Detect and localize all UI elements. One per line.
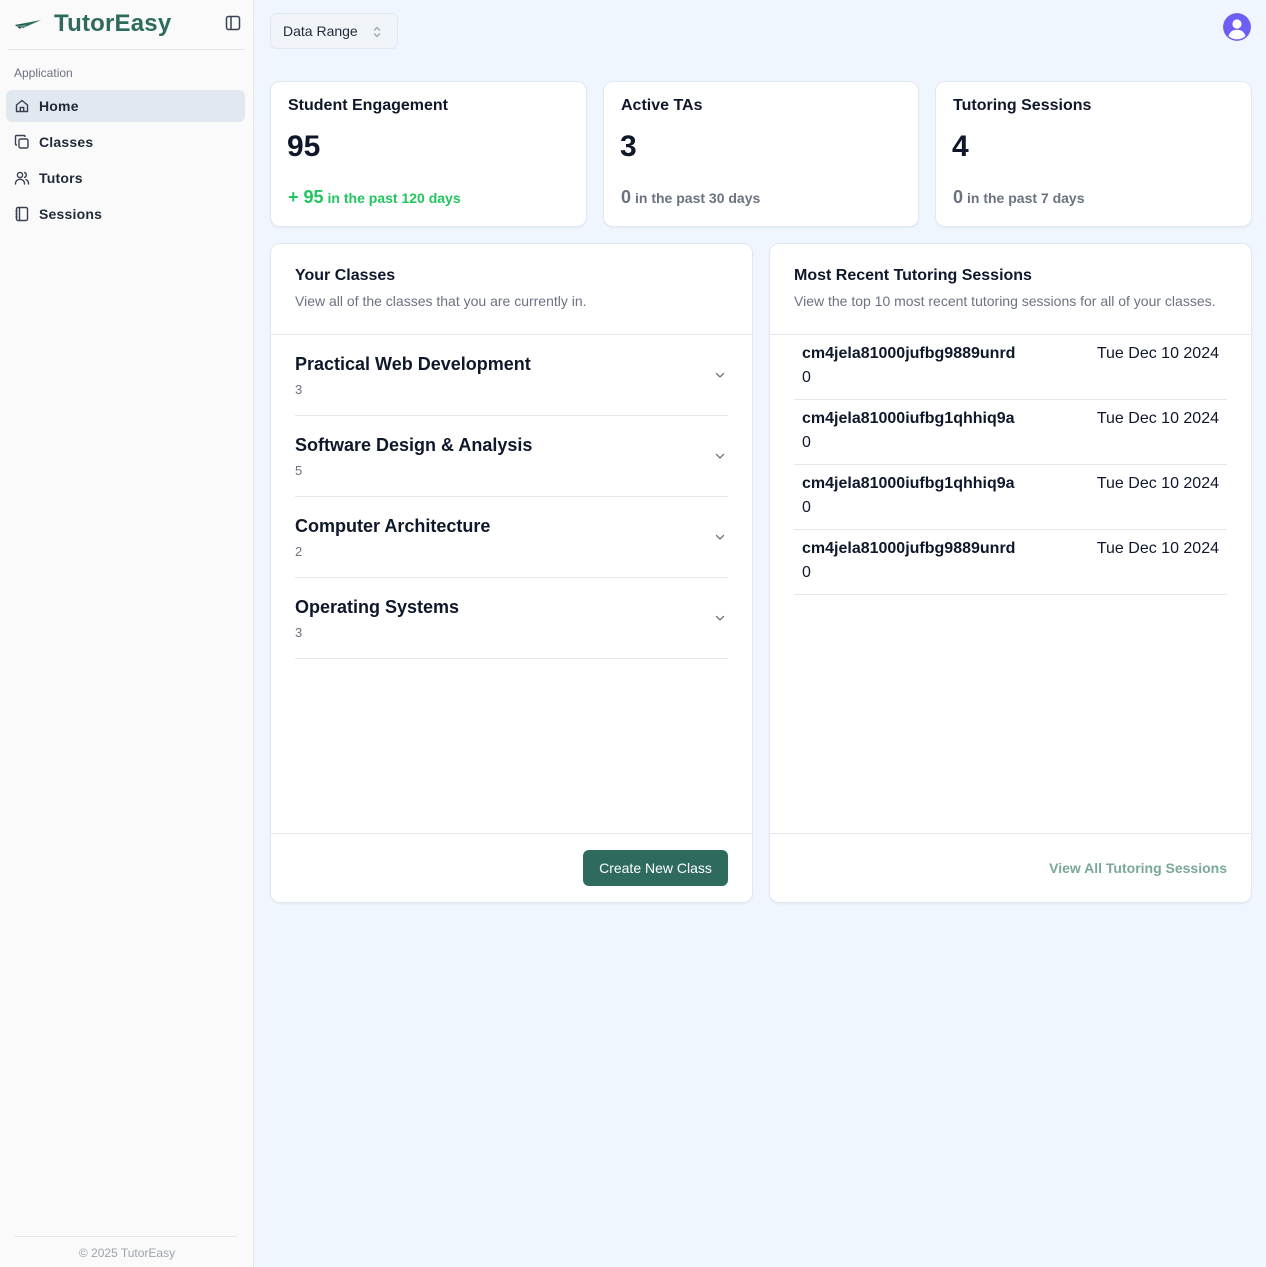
- sidebar-item-label: Classes: [39, 134, 94, 150]
- stat-delta: 0 in the past 7 days: [953, 187, 1085, 208]
- session-row[interactable]: cm4jela81000jufbg9889unrd Tue Dec 10 202…: [794, 335, 1227, 400]
- session-id: cm4jela81000jufbg9889unrd: [802, 345, 1016, 362]
- stat-delta-suffix: in the past 7 days: [967, 190, 1085, 206]
- brand-name: TutorEasy: [54, 10, 172, 37]
- session-date: Tue Dec 10 2024: [1096, 475, 1219, 492]
- session-count: 0: [802, 499, 811, 516]
- panel-description: View the top 10 most recent tutoring ses…: [794, 293, 1216, 309]
- class-name: Software Design & Analysis: [295, 435, 533, 455]
- brand[interactable]: TutorEasy: [14, 8, 171, 40]
- create-new-class-button[interactable]: Create New Class: [583, 850, 728, 886]
- data-range-label: Data Range: [283, 23, 358, 39]
- panel-footer-divider: [770, 833, 1251, 834]
- panel-title: Your Classes: [295, 267, 396, 284]
- class-accordion-item[interactable]: Practical Web Development 3: [295, 335, 728, 416]
- footer-divider: [14, 1236, 237, 1237]
- sidebar-item-label: Sessions: [39, 206, 103, 222]
- stat-delta-value: 0: [621, 187, 632, 207]
- home-icon: [15, 99, 29, 113]
- session-count: 0: [802, 564, 811, 581]
- session-count: 0: [802, 434, 811, 451]
- stat-delta-suffix: in the past 30 days: [635, 190, 761, 206]
- stat-title: Active TAs: [621, 97, 703, 114]
- session-date: Tue Dec 10 2024: [1096, 410, 1219, 427]
- class-name: Practical Web Development: [295, 354, 531, 374]
- sidebar-item-label: Home: [39, 98, 79, 114]
- session-row[interactable]: cm4jela81000jufbg9889unrd Tue Dec 10 202…: [794, 530, 1227, 595]
- panel-title: Most Recent Tutoring Sessions: [794, 267, 1032, 284]
- stat-delta: 0 in the past 30 days: [621, 187, 760, 208]
- chevron-down-icon: [715, 372, 725, 378]
- class-name: Operating Systems: [295, 597, 460, 617]
- class-count: 2: [295, 544, 303, 559]
- stat-title: Student Engagement: [288, 97, 449, 114]
- class-accordion-item[interactable]: Operating Systems 3: [295, 578, 728, 659]
- paper-plane-icon: [15, 20, 41, 29]
- panel-description: View all of the classes that you are cur…: [295, 293, 587, 309]
- sidebar-item-label: Tutors: [39, 170, 83, 186]
- session-date: Tue Dec 10 2024: [1096, 540, 1219, 557]
- session-list: cm4jela81000jufbg9889unrd Tue Dec 10 202…: [794, 335, 1227, 595]
- data-range-select[interactable]: Data Range: [270, 13, 398, 49]
- sidebar-nav: Home Classes Tutors Sessions: [6, 90, 245, 234]
- sidebar: TutorEasy Application Home Classes Tutor…: [0, 0, 254, 1267]
- chevron-down-icon: [715, 615, 725, 621]
- chevron-up-down-icon: [373, 26, 381, 38]
- stat-card-active-tas: Active TAs 3 0 in the past 30 days: [603, 81, 919, 227]
- stat-value: 95: [287, 130, 321, 163]
- class-name: Computer Architecture: [295, 516, 491, 536]
- session-row[interactable]: cm4jela81000iufbg1qhhiq9a Tue Dec 10 202…: [794, 465, 1227, 530]
- user-avatar-icon[interactable]: [1223, 13, 1251, 41]
- class-accordion-item[interactable]: Computer Architecture 2: [295, 497, 728, 578]
- copyright: © 2025 TutorEasy: [78, 1246, 176, 1260]
- stat-delta: + 95 in the past 120 days: [288, 187, 461, 208]
- view-all-sessions-link[interactable]: View All Tutoring Sessions: [1049, 860, 1227, 876]
- sidebar-item-tutors[interactable]: Tutors: [6, 162, 245, 194]
- stat-delta-suffix: in the past 120 days: [327, 190, 461, 206]
- class-count: 3: [295, 382, 303, 397]
- chevron-down-icon: [715, 453, 725, 459]
- panel-footer-divider: [271, 833, 752, 834]
- classes-panel: Your Classes View all of the classes tha…: [270, 243, 753, 903]
- session-id: cm4jela81000iufbg1qhhiq9a: [802, 475, 1015, 492]
- stat-delta-value: 0: [953, 187, 964, 207]
- sidebar-item-classes[interactable]: Classes: [6, 126, 245, 158]
- sidebar-toggle-icon[interactable]: [224, 14, 242, 32]
- sidebar-item-sessions[interactable]: Sessions: [6, 198, 245, 230]
- sidebar-group-label: Application: [14, 66, 73, 80]
- session-row[interactable]: cm4jela81000iufbg1qhhiq9a Tue Dec 10 202…: [794, 400, 1227, 465]
- class-accordion-item[interactable]: Software Design & Analysis 5: [295, 416, 728, 497]
- class-list: Practical Web Development 3 Software Des…: [295, 335, 728, 659]
- session-date: Tue Dec 10 2024: [1096, 345, 1219, 362]
- stat-title: Tutoring Sessions: [953, 97, 1092, 114]
- book-icon: [15, 206, 29, 222]
- session-id: cm4jela81000iufbg1qhhiq9a: [802, 410, 1015, 427]
- session-count: 0: [802, 369, 811, 386]
- users-icon: [14, 171, 30, 185]
- stat-card-tutoring-sessions: Tutoring Sessions 4 0 in the past 7 days: [935, 81, 1252, 227]
- class-count: 5: [295, 463, 303, 478]
- sidebar-item-home[interactable]: Home: [6, 90, 245, 122]
- session-id: cm4jela81000jufbg9889unrd: [802, 540, 1016, 557]
- stat-card-student-engagement: Student Engagement 95 + 95 in the past 1…: [270, 81, 587, 227]
- stat-value: 4: [952, 130, 969, 163]
- stat-value: 3: [620, 130, 637, 163]
- stat-delta-value: + 95: [288, 187, 324, 207]
- brand-divider: [8, 49, 245, 50]
- chevron-down-icon: [715, 534, 725, 540]
- class-count: 3: [295, 625, 303, 640]
- copy-icon: [14, 134, 29, 149]
- sessions-panel: Most Recent Tutoring Sessions View the t…: [769, 243, 1252, 903]
